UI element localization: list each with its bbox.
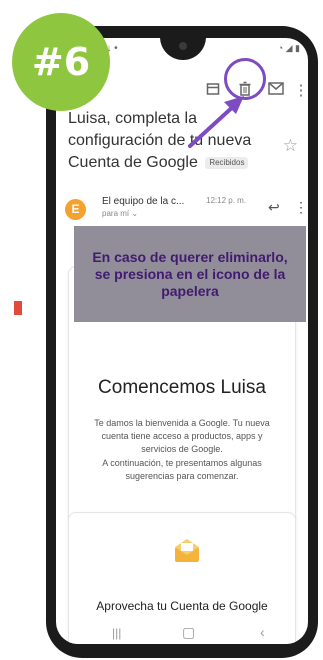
pointer-arrow-icon bbox=[188, 96, 244, 148]
